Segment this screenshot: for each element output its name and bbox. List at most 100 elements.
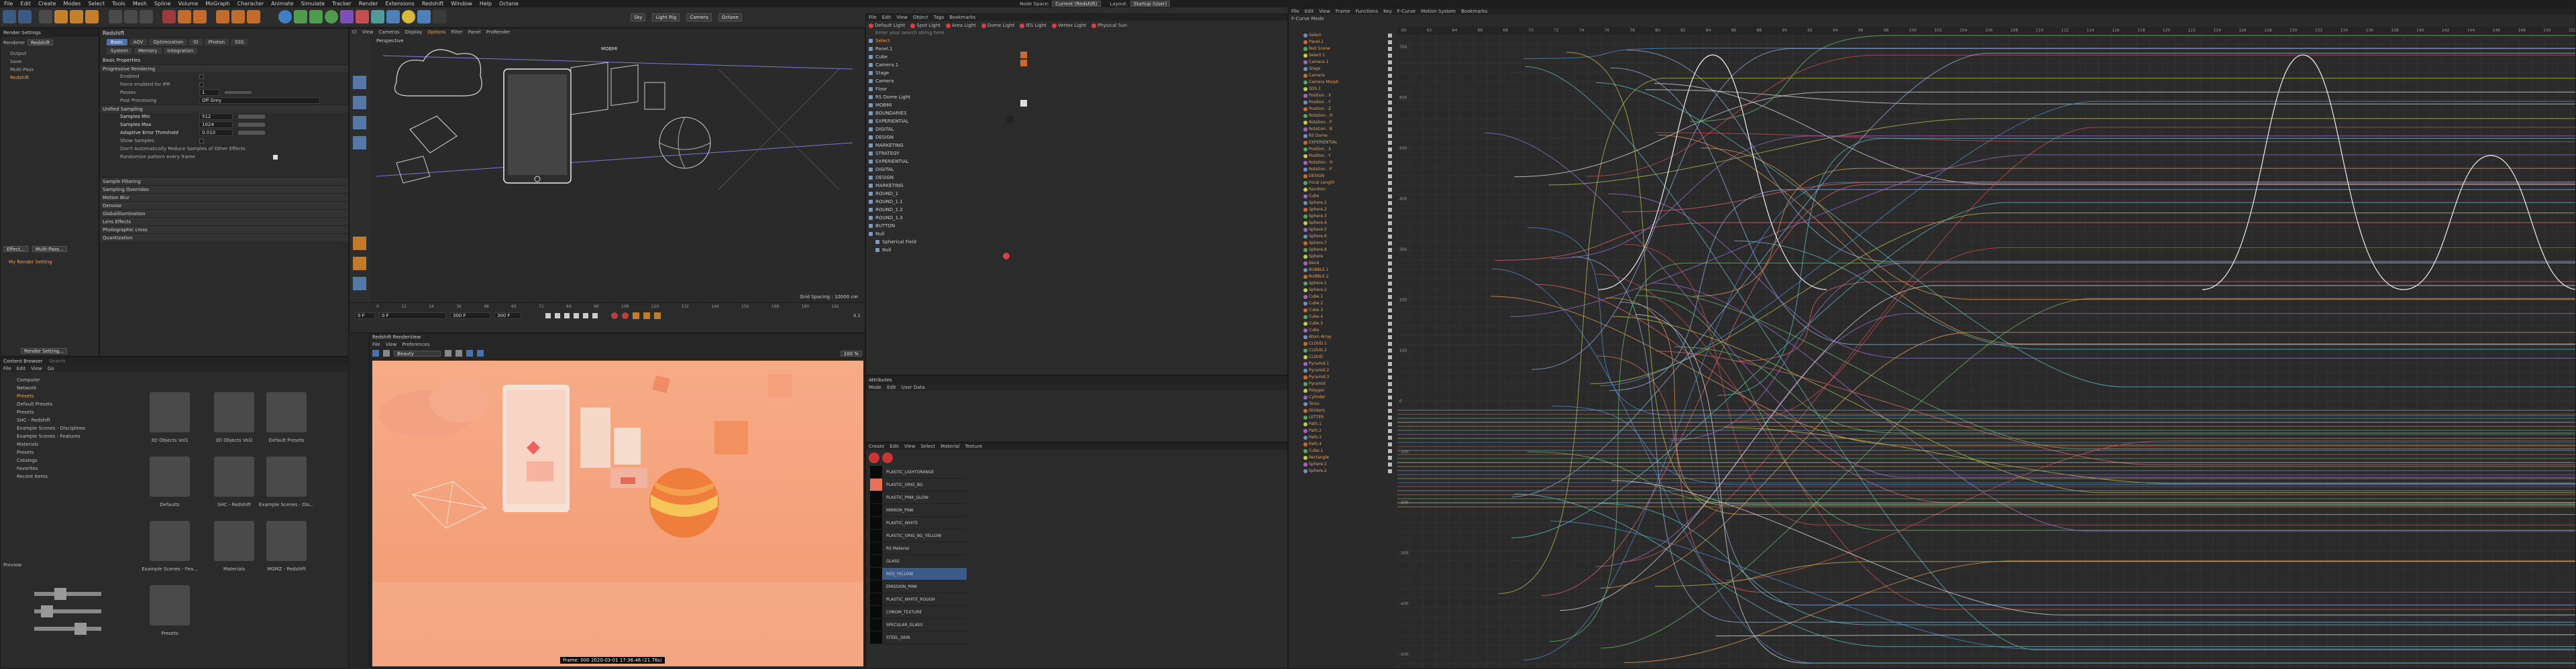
track-visibility-icon[interactable] — [1388, 201, 1392, 205]
track-visibility-icon[interactable] — [1388, 194, 1392, 198]
octane-button[interactable]: Octane — [718, 13, 742, 21]
fcurve-track[interactable]: BUBBLE.2 — [1289, 273, 1396, 280]
object-row[interactable]: Camera.1 — [866, 61, 1000, 69]
tab-gi[interactable]: GI — [189, 39, 203, 46]
track-visibility-icon[interactable] — [1388, 241, 1392, 245]
fcurve-track[interactable]: Pyramid.3 — [1289, 374, 1396, 381]
obj-menu-edit[interactable]: Edit — [882, 15, 892, 20]
object-search[interactable]: Enter your search string here — [866, 30, 1287, 37]
fcurve-track[interactable]: Position . X — [1289, 93, 1396, 99]
section-progressive[interactable]: Progressive Rendering — [100, 64, 348, 72]
vp-menu-options[interactable]: Options — [427, 29, 445, 35]
material-row[interactable]: PLASTIC_WHITE_ROUGH — [870, 593, 967, 606]
track-visibility-icon[interactable] — [1388, 147, 1392, 151]
fcurve-track[interactable]: Path.2 — [1289, 428, 1396, 434]
menu-item-mesh[interactable]: Mesh — [133, 1, 147, 7]
sky-button[interactable]: Sky — [631, 13, 646, 21]
render-image[interactable]: Frame: 000 2020-03-01 17:36:46 (21.76s) — [372, 361, 863, 666]
rotate-icon[interactable] — [85, 10, 99, 23]
section-denoise[interactable]: Denoise — [100, 201, 348, 209]
cb-menu-edit[interactable]: Edit — [17, 366, 26, 371]
rv-menu-file[interactable]: File — [372, 342, 380, 347]
folder-icon[interactable] — [266, 521, 307, 561]
vp-menu-filter[interactable]: Filter — [451, 29, 462, 35]
aov-select[interactable]: Beauty — [394, 350, 441, 357]
track-visibility-icon[interactable] — [1388, 80, 1392, 84]
samples-min-field[interactable]: 512 — [199, 113, 233, 120]
track-visibility-icon[interactable] — [1388, 168, 1392, 172]
fcurve-line[interactable] — [1674, 347, 2576, 434]
track-visibility-icon[interactable] — [1388, 188, 1392, 192]
enabled-checkbox[interactable] — [199, 74, 204, 79]
object-row[interactable]: BUTTON — [866, 222, 1000, 230]
fcurve-track[interactable]: Cube.1 — [1289, 294, 1396, 300]
fcurve-track[interactable]: Rotation . P — [1289, 119, 1396, 126]
mat-menu-texture[interactable]: Texture — [965, 444, 983, 449]
record-icon[interactable] — [162, 10, 176, 23]
material-row[interactable]: MIRROR_PINK — [870, 504, 967, 517]
rv-menu-preferences[interactable]: Preferences — [402, 342, 429, 347]
track-visibility-icon[interactable] — [1388, 416, 1392, 420]
tab-basic[interactable]: Basic — [107, 39, 127, 46]
tab-sss[interactable]: SSS — [231, 39, 248, 46]
camera-button[interactable]: Camera — [686, 13, 712, 21]
next-key-icon[interactable] — [583, 313, 588, 318]
track-visibility-icon[interactable] — [1388, 141, 1392, 145]
redshift-material-icon[interactable] — [882, 452, 893, 463]
fcurve-graph[interactable]: 7006005004003002001000-100-200-300-400-5… — [1397, 35, 2576, 669]
tool-icon[interactable] — [353, 76, 366, 89]
fcurve-line[interactable] — [1652, 282, 2576, 532]
start-ipr-icon[interactable] — [372, 350, 379, 357]
track-visibility-icon[interactable] — [1388, 436, 1392, 440]
tree-item[interactable]: Presets — [1, 448, 135, 457]
rs-list-output[interactable]: Output — [3, 50, 96, 58]
tool-icon[interactable] — [353, 116, 366, 129]
object-row[interactable]: Cube — [866, 53, 1000, 61]
tree-item[interactable]: Network — [1, 384, 135, 392]
vertex-light-button[interactable]: Vertex Light — [1051, 23, 1086, 28]
fcurve-track[interactable]: Position . X — [1289, 146, 1396, 153]
fcurve-track[interactable]: Random — [1289, 186, 1396, 193]
fc-menu-edit[interactable]: Edit — [1305, 9, 1314, 14]
scene-icon[interactable] — [371, 10, 384, 23]
fcurve-line[interactable] — [1670, 262, 2576, 441]
fcurve-track[interactable]: Stage — [1289, 66, 1396, 72]
track-visibility-icon[interactable] — [1388, 449, 1392, 453]
fcurve-line[interactable] — [1611, 480, 2576, 615]
menu-item-mograph[interactable]: MoGraph — [205, 1, 229, 7]
record-key-icon[interactable] — [611, 312, 618, 319]
renderer-select[interactable]: Redshift — [27, 40, 54, 46]
fcurve-line[interactable] — [1621, 181, 2576, 212]
tab-aov[interactable]: AOV — [129, 39, 148, 46]
area-light-button[interactable]: Area Light — [945, 23, 976, 28]
autokey-toggle-icon[interactable] — [622, 312, 629, 319]
tab-photon[interactable]: Photon — [204, 39, 229, 46]
track-visibility-icon[interactable] — [1388, 389, 1392, 393]
fcurve-track[interactable]: Pyramid — [1289, 381, 1396, 387]
fcurve-track[interactable]: Sphere.2 — [1289, 206, 1396, 213]
fcurve-track[interactable]: Cube — [1289, 193, 1396, 200]
obj-menu-object[interactable]: Object — [913, 15, 928, 20]
material-row[interactable]: CHROM_TEXTURE — [870, 606, 967, 619]
attr-menu-userdata[interactable]: User Data — [902, 385, 925, 390]
physical-sun-button[interactable]: Physical Sun — [1091, 23, 1127, 28]
layout-select[interactable]: Startup (User) — [1130, 1, 1171, 7]
render-settings-icon[interactable] — [247, 10, 260, 23]
material-row[interactable]: PLASTIC_WHITE — [870, 517, 967, 530]
adaptive-error-field[interactable]: 0.010 — [199, 129, 233, 136]
track-visibility-icon[interactable] — [1388, 228, 1392, 232]
section-photographic[interactable]: Photographic cross — [100, 225, 348, 233]
fcurve-track[interactable]: Position . Z — [1289, 106, 1396, 113]
folder-icon[interactable] — [214, 392, 254, 432]
fcurve-track[interactable]: Sphere.5 — [1289, 227, 1396, 233]
folder-icon[interactable] — [266, 457, 307, 497]
render-setting-button[interactable]: Render Setting... — [21, 348, 67, 354]
tool-icon[interactable] — [353, 257, 366, 270]
fcurve-track[interactable]: RS Dome — [1289, 133, 1396, 139]
show-samples-checkbox[interactable] — [199, 138, 204, 143]
tree-item[interactable]: Materials — [1, 440, 135, 448]
scale-icon[interactable] — [70, 10, 83, 23]
object-row[interactable]: ROUND_1.1 — [866, 198, 1000, 206]
menu-item-tracker[interactable]: Tracker — [332, 1, 352, 7]
viewport-scene[interactable]: MOBMI — [370, 42, 865, 297]
